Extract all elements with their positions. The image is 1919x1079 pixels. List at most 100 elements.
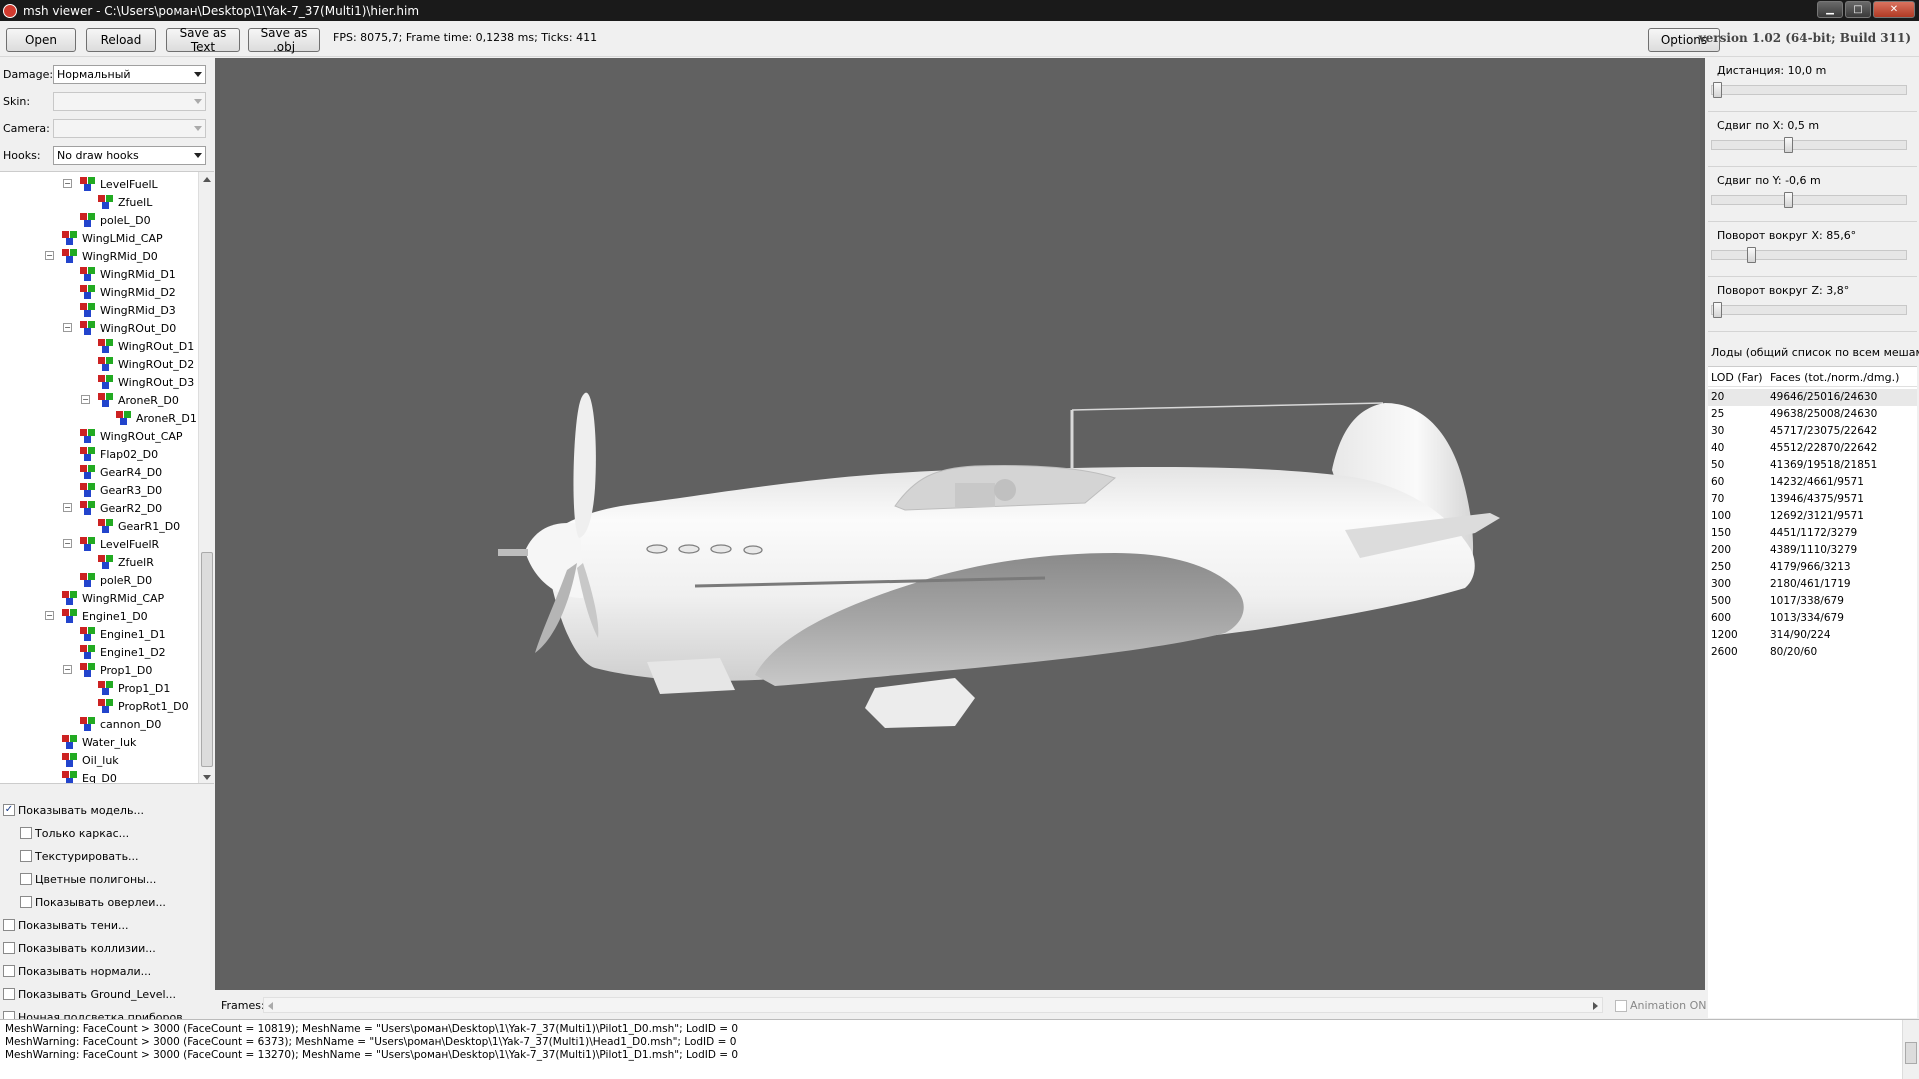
tree-node[interactable]: Water_luk bbox=[62, 733, 136, 751]
animation-checkbox[interactable] bbox=[1615, 999, 1627, 1012]
checkbox[interactable] bbox=[3, 965, 15, 977]
lod-row[interactable]: 20 49646/25016/24630 bbox=[1708, 389, 1917, 406]
lod-row[interactable]: 50 41369/19518/21851 bbox=[1708, 457, 1917, 474]
tree-node[interactable]: − LevelFuelL bbox=[63, 175, 158, 193]
tree-node[interactable]: − WingROut_D0 bbox=[63, 319, 176, 337]
tree-node[interactable]: Eq_D0 bbox=[62, 769, 117, 783]
lod-row[interactable]: 25 49638/25008/24630 bbox=[1708, 406, 1917, 423]
tree-node[interactable]: PropRot1_D0 bbox=[98, 697, 189, 715]
option-checkbox-row[interactable]: ✓ Показывать модель... bbox=[3, 800, 144, 820]
collapse-toggle-icon[interactable]: − bbox=[45, 611, 54, 620]
close-button[interactable]: ✕ bbox=[1873, 1, 1915, 18]
damage-combobox[interactable]: Нормальный bbox=[53, 65, 206, 84]
option-checkbox-row[interactable]: Показывать коллизии... bbox=[3, 938, 156, 958]
tree-node[interactable]: poleL_D0 bbox=[80, 211, 151, 229]
scroll-up-icon[interactable] bbox=[203, 177, 211, 182]
option-checkbox-row[interactable]: Показывать оверлеи... bbox=[20, 892, 166, 912]
scroll-down-icon[interactable] bbox=[203, 775, 211, 780]
reload-button[interactable]: Reload bbox=[86, 28, 156, 52]
log-panel[interactable]: MeshWarning: FaceCount > 3000 (FaceCount… bbox=[0, 1019, 1919, 1079]
tree-node[interactable]: Prop1_D1 bbox=[98, 679, 170, 697]
tree-node[interactable]: GearR4_D0 bbox=[80, 463, 162, 481]
minimize-button[interactable]: ▁ bbox=[1817, 1, 1843, 18]
tree-node[interactable]: WingRMid_D3 bbox=[80, 301, 176, 319]
tree-node[interactable]: WingRMid_D2 bbox=[80, 283, 176, 301]
lod-row[interactable]: 2600 80/20/60 bbox=[1708, 644, 1917, 661]
checkbox[interactable] bbox=[20, 873, 32, 885]
tree-node[interactable]: − GearR2_D0 bbox=[63, 499, 162, 517]
tree-node[interactable]: Oil_luk bbox=[62, 751, 119, 769]
lod-row[interactable]: 60 14232/4661/9571 bbox=[1708, 474, 1917, 491]
checkbox[interactable] bbox=[3, 942, 15, 954]
animation-toggle[interactable]: Animation ON bbox=[1615, 999, 1706, 1012]
collapse-toggle-icon[interactable]: − bbox=[63, 665, 72, 674]
slider-track[interactable] bbox=[1711, 85, 1907, 95]
tree-node[interactable]: AroneR_D1 bbox=[116, 409, 197, 427]
lod-row[interactable]: 100 12692/3121/9571 bbox=[1708, 508, 1917, 525]
option-checkbox-row[interactable]: Текстурировать... bbox=[20, 846, 139, 866]
option-checkbox-row[interactable]: Цветные полигоны... bbox=[20, 869, 156, 889]
collapse-toggle-icon[interactable]: − bbox=[63, 323, 72, 332]
save-as-text-button[interactable]: Save as Text bbox=[166, 26, 240, 54]
lod-row[interactable]: 200 4389/1110/3279 bbox=[1708, 542, 1917, 559]
tree-node[interactable]: − AroneR_D0 bbox=[81, 391, 179, 409]
lod-row[interactable]: 1200 314/90/224 bbox=[1708, 627, 1917, 644]
lod-row[interactable]: 30 45717/23075/22642 bbox=[1708, 423, 1917, 440]
tree-node[interactable]: WingLMid_CAP bbox=[62, 229, 163, 247]
tree-node[interactable]: − WingRMid_D0 bbox=[45, 247, 158, 265]
lod-row[interactable]: 150 4451/1172/3279 bbox=[1708, 525, 1917, 542]
checkbox[interactable] bbox=[3, 919, 15, 931]
scroll-left-icon[interactable] bbox=[268, 1002, 273, 1010]
tree-node[interactable]: Flap02_D0 bbox=[80, 445, 158, 463]
camera-combobox[interactable] bbox=[53, 119, 206, 138]
save-as-obj-button[interactable]: Save as .obj bbox=[248, 26, 320, 54]
tree-node[interactable]: − LevelFuelR bbox=[63, 535, 159, 553]
3d-viewport[interactable] bbox=[215, 58, 1705, 990]
slider-handle[interactable] bbox=[1712, 82, 1722, 98]
lod-row[interactable]: 250 4179/966/3213 bbox=[1708, 559, 1917, 576]
tree-node[interactable]: ZfuelR bbox=[98, 553, 154, 571]
tree-node[interactable]: Engine1_D2 bbox=[80, 643, 166, 661]
slider-handle[interactable] bbox=[1712, 302, 1722, 318]
lod-row[interactable]: 40 45512/22870/22642 bbox=[1708, 440, 1917, 457]
option-checkbox-row[interactable]: Показывать тени... bbox=[3, 915, 129, 935]
slider-track[interactable] bbox=[1711, 140, 1907, 150]
lod-row[interactable]: 300 2180/461/1719 bbox=[1708, 576, 1917, 593]
checkbox[interactable] bbox=[20, 850, 32, 862]
slider-track[interactable] bbox=[1711, 195, 1907, 205]
maximize-button[interactable]: □ bbox=[1845, 1, 1871, 18]
skin-combobox[interactable] bbox=[53, 92, 206, 111]
tree-node[interactable]: cannon_D0 bbox=[80, 715, 161, 733]
tree-scrollbar[interactable] bbox=[198, 172, 214, 783]
collapse-toggle-icon[interactable]: − bbox=[45, 251, 54, 260]
frames-scrollbar[interactable] bbox=[263, 997, 1603, 1013]
collapse-toggle-icon[interactable]: − bbox=[63, 503, 72, 512]
collapse-toggle-icon[interactable]: − bbox=[63, 179, 72, 188]
slider-handle[interactable] bbox=[1746, 247, 1756, 263]
option-checkbox-row[interactable]: Показывать нормали... bbox=[3, 961, 151, 981]
checkbox-checked-icon[interactable]: ✓ bbox=[3, 804, 15, 816]
tree-node[interactable]: poleR_D0 bbox=[80, 571, 152, 589]
tree-node[interactable]: − Prop1_D0 bbox=[63, 661, 152, 679]
tree-node[interactable]: WingRMid_D1 bbox=[80, 265, 176, 283]
scroll-thumb[interactable] bbox=[201, 552, 213, 767]
scroll-thumb[interactable] bbox=[1905, 1042, 1917, 1064]
lod-row[interactable]: 70 13946/4375/9571 bbox=[1708, 491, 1917, 508]
tree-node[interactable]: GearR1_D0 bbox=[98, 517, 180, 535]
tree-node[interactable]: WingROut_D1 bbox=[98, 337, 194, 355]
tree-node[interactable]: Engine1_D1 bbox=[80, 625, 166, 643]
collapse-toggle-icon[interactable]: − bbox=[81, 395, 90, 404]
tree-node[interactable]: WingROut_D3 bbox=[98, 373, 194, 391]
lods-col-lod[interactable]: LOD (Far) bbox=[1711, 371, 1763, 384]
scroll-right-icon[interactable] bbox=[1593, 1002, 1598, 1010]
mesh-tree[interactable]: − LevelFuelL ZfuelL poleL_D0 WingLMid_CAP − Wi… bbox=[0, 171, 214, 784]
lod-row[interactable]: 500 1017/338/679 bbox=[1708, 593, 1917, 610]
slider-handle[interactable] bbox=[1783, 137, 1793, 153]
checkbox[interactable] bbox=[20, 827, 32, 839]
open-button[interactable]: Open bbox=[6, 28, 76, 52]
tree-node[interactable]: WingROut_CAP bbox=[80, 427, 183, 445]
log-scrollbar[interactable] bbox=[1902, 1020, 1919, 1079]
checkbox[interactable] bbox=[3, 988, 15, 1000]
option-checkbox-row[interactable]: Показывать Ground_Level... bbox=[3, 984, 176, 1004]
lods-col-faces[interactable]: Faces (tot./norm./dmg.) bbox=[1770, 371, 1899, 384]
